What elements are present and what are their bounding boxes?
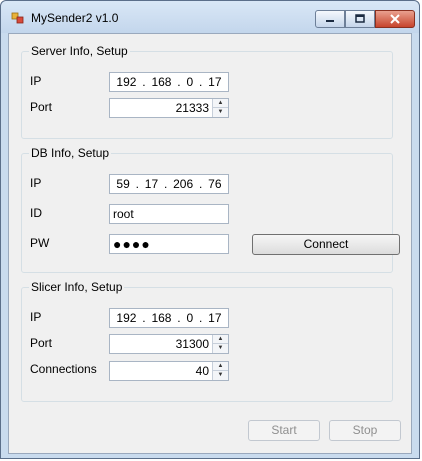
start-button[interactable]: Start (248, 420, 320, 441)
slicer-connections-value[interactable]: 40 (196, 364, 209, 378)
spin-up-icon[interactable]: ▲ (213, 362, 228, 371)
db-password-input[interactable]: ●●●● (109, 234, 229, 254)
server-port-stepper[interactable]: 21333 ▲ ▼ (109, 98, 229, 118)
client-area: Server Info, Setup IP 192. 168. 0. 17 Po… (8, 33, 412, 454)
app-icon (11, 12, 24, 24)
db-pw-label: PW (30, 236, 50, 250)
ip-octet[interactable]: 17 (208, 309, 221, 327)
ip-octet[interactable]: 59 (116, 175, 129, 193)
server-ip-field[interactable]: 192. 168. 0. 17 (109, 72, 229, 92)
ip-octet[interactable]: 0 (186, 309, 193, 327)
spin-up-icon[interactable]: ▲ (213, 99, 228, 108)
spin-up-icon[interactable]: ▲ (213, 335, 228, 344)
spin-buttons[interactable]: ▲ ▼ (212, 99, 228, 117)
db-ip-label: IP (30, 176, 42, 190)
window-title: MySender2 v1.0 (31, 11, 119, 25)
db-id-label: ID (30, 206, 42, 220)
spin-buttons[interactable]: ▲ ▼ (212, 335, 228, 353)
ip-octet[interactable]: 17 (208, 73, 221, 91)
minimize-button[interactable] (315, 10, 345, 28)
ip-octet[interactable]: 0 (186, 73, 193, 91)
slicer-port-label: Port (30, 336, 53, 350)
server-port-value[interactable]: 21333 (176, 101, 209, 115)
slicer-ip-label: IP (30, 310, 42, 324)
close-button[interactable] (375, 10, 415, 28)
slicer-port-value[interactable]: 31300 (176, 337, 209, 351)
server-ip-label: IP (30, 74, 42, 88)
slicer-ip-field[interactable]: 192. 168. 0. 17 (109, 308, 229, 328)
db-group-title: DB Info, Setup (29, 146, 112, 160)
spin-down-icon[interactable]: ▼ (213, 371, 228, 380)
spin-down-icon[interactable]: ▼ (213, 108, 228, 117)
title-bar[interactable]: MySender2 v1.0 (1, 1, 419, 33)
ip-octet[interactable]: 168 (151, 73, 171, 91)
connect-button[interactable]: Connect (252, 234, 400, 255)
db-ip-field[interactable]: 59. 17. 206. 76 (109, 174, 229, 194)
minimize-icon (326, 20, 334, 22)
spin-buttons[interactable]: ▲ ▼ (212, 362, 228, 380)
maximize-icon (355, 14, 365, 23)
ip-octet[interactable]: 206 (173, 175, 193, 193)
app-window: MySender2 v1.0 Server Info, Setup IP 192… (0, 0, 420, 459)
ip-octet[interactable]: 192 (116, 73, 136, 91)
slicer-connections-stepper[interactable]: 40 ▲ ▼ (109, 361, 229, 381)
slicer-group: Slicer Info, Setup IP 192. 168. 0. 17 Po… (21, 280, 393, 402)
db-id-input[interactable]: root (109, 204, 229, 224)
ip-octet[interactable]: 17 (145, 175, 158, 193)
ip-octet[interactable]: 192 (116, 309, 136, 327)
slicer-port-stepper[interactable]: 31300 ▲ ▼ (109, 334, 229, 354)
server-group-title: Server Info, Setup (29, 44, 130, 58)
slicer-connections-label: Connections (30, 362, 97, 376)
maximize-button[interactable] (345, 10, 375, 28)
server-port-label: Port (30, 100, 53, 114)
db-group: DB Info, Setup IP 59. 17. 206. 76 ID roo… (21, 146, 400, 273)
slicer-group-title: Slicer Info, Setup (29, 280, 125, 294)
close-icon (390, 14, 400, 24)
server-group: Server Info, Setup IP 192. 168. 0. 17 Po… (21, 44, 393, 139)
stop-button[interactable]: Stop (329, 420, 401, 441)
ip-octet[interactable]: 168 (151, 309, 171, 327)
ip-octet[interactable]: 76 (208, 175, 221, 193)
spin-down-icon[interactable]: ▼ (213, 344, 228, 353)
